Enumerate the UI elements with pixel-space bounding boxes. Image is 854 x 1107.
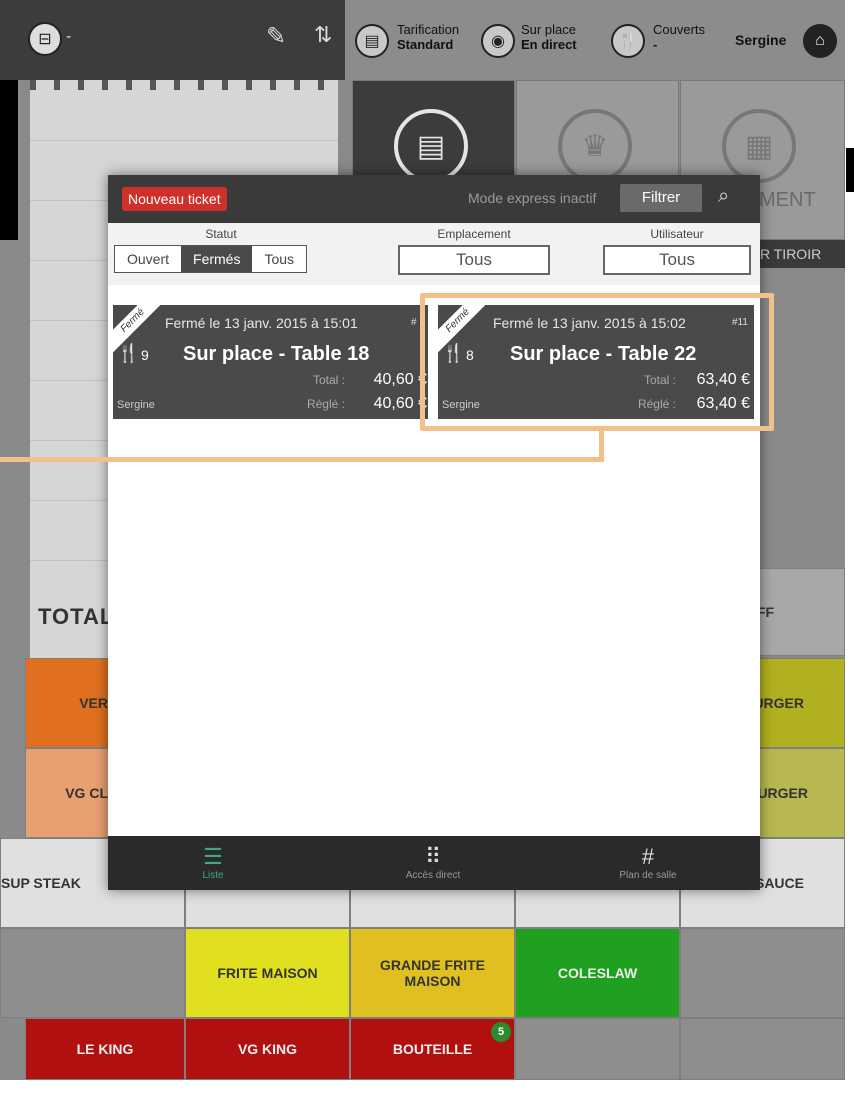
- filters-bar: Statut Ouvert Fermés Tous Emplacement To…: [108, 223, 760, 285]
- product-tile[interactable]: GRANDE FRITE MAISON: [350, 928, 515, 1018]
- filter-button[interactable]: Filtrer: [620, 184, 702, 212]
- nav-plan-de-salle[interactable]: # Plan de salle: [603, 844, 693, 881]
- service-title: Sur place: [521, 22, 576, 37]
- home-icon[interactable]: ⌂: [803, 24, 837, 58]
- new-ticket-button[interactable]: Nouveau ticket: [122, 187, 227, 211]
- right-header: ▤ Tarification Standard ◉ Sur place En d…: [345, 0, 845, 80]
- edge-shadow: [846, 148, 854, 192]
- empty-tile: [680, 928, 845, 1018]
- empty-tile: [680, 1018, 845, 1080]
- dialog-bottom-nav: ☰ Liste ⠿ Accès direct # Plan de salle: [108, 836, 760, 890]
- couverts-info[interactable]: Couverts -: [653, 22, 705, 52]
- table-label: -: [66, 28, 72, 45]
- payment-label: MENT: [759, 189, 816, 211]
- paid-value: 40,60 €: [373, 395, 427, 412]
- nav-label: Accès direct: [405, 870, 461, 881]
- ticket-name: Sur place - Table 18: [183, 343, 370, 365]
- location-pin-icon[interactable]: ◉: [481, 24, 515, 58]
- floor-plan-icon: #: [641, 844, 655, 869]
- couverts-title: Couverts: [653, 22, 706, 37]
- product-tile-bouteille[interactable]: BOUTEILLE: [350, 1018, 515, 1080]
- grid-icon: ⠿: [424, 844, 442, 869]
- statut-option-ouvert[interactable]: Ouvert: [115, 246, 181, 272]
- statut-option-tous[interactable]: Tous: [252, 246, 306, 272]
- quantity-badge: 5: [491, 1022, 511, 1042]
- statut-segmented-control: Ouvert Fermés Tous: [114, 245, 308, 273]
- utilisateur-select[interactable]: Tous: [603, 245, 751, 275]
- product-label: BOUTEILLE: [392, 1041, 473, 1057]
- cutlery-icon[interactable]: 🍴: [611, 24, 645, 58]
- service-info[interactable]: Sur place En direct: [521, 22, 577, 52]
- product-tile[interactable]: LE KING: [25, 1018, 185, 1080]
- user-name: Sergine: [735, 32, 787, 48]
- edge-shadow: [0, 80, 18, 240]
- utilisateur-label: Utilisateur: [650, 227, 704, 241]
- service-value: En direct: [521, 37, 577, 52]
- nav-acces-direct[interactable]: ⠿ Accès direct: [388, 844, 478, 881]
- nav-label: Plan de salle: [619, 870, 677, 881]
- statut-option-fermes[interactable]: Fermés: [181, 246, 253, 272]
- highlight-frame: [420, 293, 774, 431]
- tarification-info[interactable]: Tarification Standard: [397, 22, 459, 52]
- list-icon: ☰: [203, 844, 223, 869]
- product-tile[interactable]: VG KING: [185, 1018, 350, 1080]
- kitchen-icon: ♛: [558, 109, 632, 183]
- ticket-number: #: [411, 317, 417, 328]
- book-icon[interactable]: ▤: [355, 24, 389, 58]
- dialog-toolbar: Nouveau ticket Mode express inactif Filt…: [108, 175, 760, 223]
- statut-label: Statut: [205, 227, 237, 241]
- express-mode-label[interactable]: Mode express inactif: [468, 190, 596, 206]
- couverts-value: -: [653, 37, 658, 52]
- search-icon[interactable]: ⌕: [718, 185, 744, 211]
- nav-liste[interactable]: ☰ Liste: [168, 844, 258, 881]
- sort-icon[interactable]: ⇅: [314, 22, 332, 48]
- open-drawer-button[interactable]: R TIROIR: [752, 240, 845, 268]
- ticket-list-dialog: Nouveau ticket Mode express inactif Filt…: [108, 175, 760, 890]
- highlight-connector: [0, 457, 604, 462]
- left-header: ⊟ - ✎ ⇅: [0, 0, 345, 80]
- ticket-covers: 9: [141, 347, 149, 363]
- ticket-user: Sergine: [117, 399, 155, 411]
- cutlery-icon: 🍴: [117, 343, 140, 363]
- ticket-icon: ▤: [394, 109, 468, 183]
- emplacement-select[interactable]: Tous: [398, 245, 550, 275]
- tarification-title: Tarification: [397, 22, 460, 37]
- notepad-holes: [30, 80, 338, 90]
- total-label: TOTAL: [38, 604, 115, 629]
- table-icon[interactable]: ⊟: [28, 22, 62, 56]
- calculator-icon: ▦: [722, 109, 796, 183]
- product-tile[interactable]: COLESLAW: [515, 928, 680, 1018]
- empty-tile: [0, 928, 185, 1018]
- edit-icon[interactable]: ✎: [266, 22, 286, 51]
- ticket-date: Fermé le 13 janv. 2015 à 15:01: [165, 315, 358, 331]
- nav-label: Liste: [202, 870, 224, 881]
- paid-label: Réglé :: [306, 397, 345, 411]
- ticket-card[interactable]: Fermé Fermé le 13 janv. 2015 à 15:01 # 🍴…: [113, 305, 428, 419]
- product-tile[interactable]: FRITE MAISON: [185, 928, 350, 1018]
- empty-tile: [515, 1018, 680, 1080]
- total-value: 40,60 €: [373, 371, 427, 388]
- emplacement-label: Emplacement: [437, 227, 511, 241]
- total-label: Total :: [312, 373, 345, 387]
- tarification-value: Standard: [397, 37, 454, 52]
